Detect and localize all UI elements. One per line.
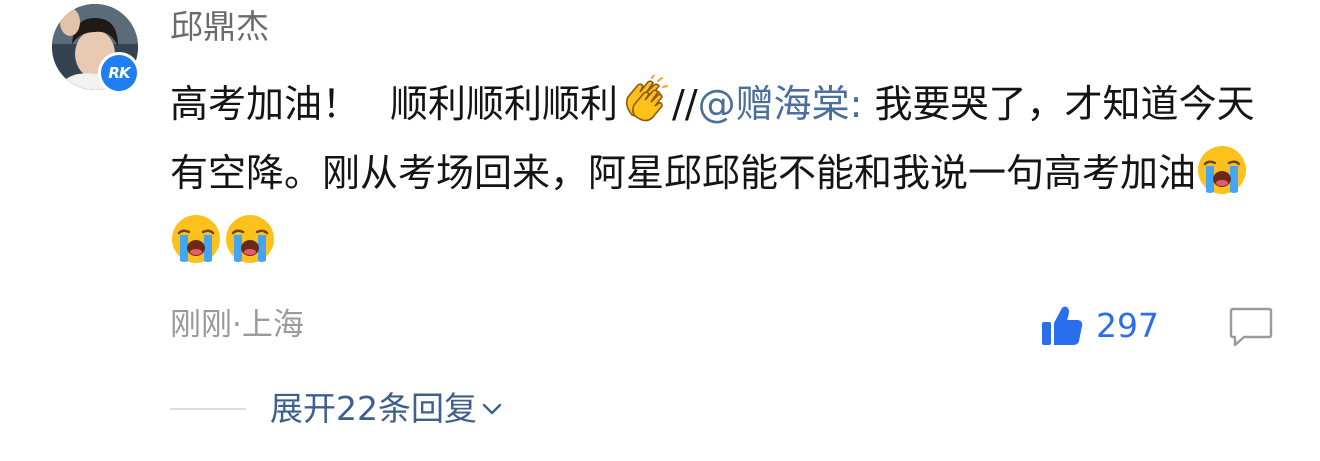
like-button[interactable]: 297 [1040, 304, 1159, 348]
mention-link[interactable]: @赠海棠: [698, 82, 863, 126]
comment-timestamp: 刚刚 [170, 307, 232, 343]
comment-meta: 刚刚·上海 [170, 302, 304, 348]
expand-replies-label: 展开22条回复 [270, 389, 477, 428]
comment-author[interactable]: 邱鼎杰 [170, 4, 269, 50]
loudly-crying-face-emoji-icon [226, 215, 274, 263]
comment-text-prefix: 高考加油！ [170, 82, 361, 126]
clapping-hands-emoji-icon [625, 75, 669, 122]
loudly-crying-face-emoji-icon [1198, 146, 1247, 194]
comment-text: 高考加油！ 顺利顺利顺利 //@赠海棠: 我要哭了，才知道今天有空降。刚从考场回来… [170, 70, 1280, 277]
comment-text-line3: 考加油 [1082, 151, 1197, 195]
comment-reply-icon[interactable] [1228, 306, 1274, 348]
comment-text-repeat: 顺利顺利顺利 [390, 82, 619, 126]
thumbs-up-icon [1042, 306, 1083, 345]
verified-badge-icon: RK [98, 52, 140, 94]
meta-separator: · [232, 307, 242, 343]
repost-separator: // [672, 82, 698, 126]
divider-line [170, 408, 246, 410]
expand-replies[interactable]: 展开22条回复 [170, 384, 503, 434]
chevron-down-icon [482, 403, 502, 415]
comment-item: RK 邱鼎杰 高考加油！ 顺利顺利顺利 //@赠海棠: 我要哭了，才知道今天有空降… [0, 0, 1320, 461]
comment-text-line1-tail: 我要哭了，才知道 [874, 82, 1179, 126]
like-count: 297 [1096, 306, 1159, 345]
comment-location: 上海 [241, 307, 304, 343]
loudly-crying-face-emoji-icon [172, 215, 220, 263]
